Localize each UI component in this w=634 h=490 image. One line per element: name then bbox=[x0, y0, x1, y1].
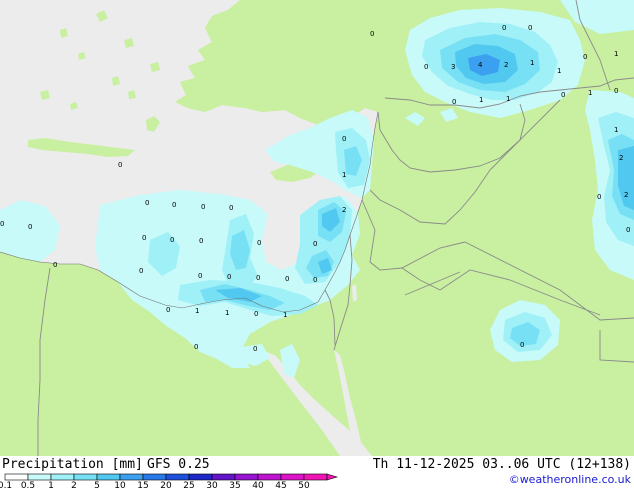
legend-swatch bbox=[73, 473, 98, 481]
legend-tick-label: 45 bbox=[275, 481, 286, 490]
value-label: 0 bbox=[194, 343, 198, 351]
value-label: 0 bbox=[253, 345, 257, 353]
valid-time: Th 11-12-2025 03..06 UTC (12+138) bbox=[372, 457, 631, 472]
legend-arrow bbox=[326, 473, 339, 481]
legend-tick-label: 40 bbox=[252, 481, 264, 490]
legend-swatch bbox=[27, 473, 52, 481]
value-label: 0 bbox=[118, 161, 122, 169]
value-label: 1 bbox=[225, 309, 229, 317]
legend-tick-label: 20 bbox=[160, 481, 172, 490]
value-label: 0 bbox=[229, 204, 233, 212]
value-label: 0 bbox=[199, 237, 203, 245]
value-label: 0 bbox=[597, 193, 601, 201]
product-title: Precipitation [mm] bbox=[2, 457, 143, 472]
legend-tick-label: 0.1 bbox=[0, 481, 12, 490]
legend-swatch bbox=[96, 473, 121, 481]
value-label: 0 bbox=[172, 201, 176, 209]
value-label: 0 bbox=[313, 276, 317, 284]
legend-tick-label: 35 bbox=[229, 481, 240, 490]
legend-tick-label: 2 bbox=[71, 481, 77, 490]
value-label: 0 bbox=[254, 310, 258, 318]
value-label: 2 bbox=[624, 191, 628, 199]
value-label: 0 bbox=[145, 199, 149, 207]
legend-tick-label: 10 bbox=[114, 481, 126, 490]
value-label: 0 bbox=[198, 272, 202, 280]
value-label: 0 bbox=[285, 275, 289, 283]
value-label: 0 bbox=[201, 203, 205, 211]
value-label: 1 bbox=[530, 59, 534, 67]
legend-swatch bbox=[280, 473, 305, 481]
color-legend: 0.1 0.5 1 2 5 10 15 20 25 30 35 40 45 50 bbox=[0, 473, 339, 490]
legend-swatch bbox=[211, 473, 236, 481]
legend-tick-label: 5 bbox=[94, 481, 100, 490]
legend-tick-label: 1 bbox=[48, 481, 54, 490]
precipitation-map: 0 0 0 0 3 4 2 1 0 1 1 0 1 1 1 0 0 1 0 2 … bbox=[0, 0, 634, 456]
value-label: 2 bbox=[619, 154, 623, 162]
legend-tick-label: 15 bbox=[137, 481, 148, 490]
value-label: 4 bbox=[478, 61, 483, 69]
legend-swatch bbox=[4, 473, 29, 481]
value-label: 3 bbox=[451, 63, 455, 71]
legend-swatch bbox=[234, 473, 259, 481]
value-label: 1 bbox=[195, 307, 199, 315]
value-label: 1 bbox=[283, 311, 287, 319]
value-label: 0 bbox=[0, 220, 4, 228]
value-label: 0 bbox=[170, 236, 174, 244]
value-label: 0 bbox=[424, 63, 428, 71]
value-label: 0 bbox=[520, 341, 524, 349]
legend-swatch bbox=[119, 473, 144, 481]
value-label: 0 bbox=[28, 223, 32, 231]
legend-tick-label: 25 bbox=[183, 481, 194, 490]
value-label: 1 bbox=[614, 126, 618, 134]
value-label: 0 bbox=[257, 239, 261, 247]
value-label: 0 bbox=[528, 24, 532, 32]
value-label: 0 bbox=[626, 226, 630, 234]
value-label: 0 bbox=[370, 30, 374, 38]
value-label: 0 bbox=[139, 267, 143, 275]
value-label: 1 bbox=[342, 171, 346, 179]
value-label: 2 bbox=[342, 206, 346, 214]
model-name: GFS 0.25 bbox=[147, 457, 210, 472]
legend-swatch bbox=[50, 473, 75, 481]
value-label: 1 bbox=[479, 96, 483, 104]
legend-tick-label: 50 bbox=[298, 481, 310, 490]
legend-swatch bbox=[257, 473, 282, 481]
value-label: 0 bbox=[502, 24, 506, 32]
value-label: 0 bbox=[452, 98, 456, 106]
value-label: 0 bbox=[342, 135, 346, 143]
legend-tick-label: 30 bbox=[206, 481, 218, 490]
footer: Precipitation [mm] GFS 0.25 Th 11-12-202… bbox=[0, 456, 634, 490]
value-label: 2 bbox=[504, 61, 508, 69]
map-svg: 0 0 0 0 3 4 2 1 0 1 1 0 1 1 1 0 0 1 0 2 … bbox=[0, 0, 634, 456]
value-label: 0 bbox=[53, 261, 57, 269]
value-label: 0 bbox=[614, 87, 618, 95]
value-label: 0 bbox=[583, 53, 587, 61]
copyright-link[interactable]: ©weatheronline.co.uk bbox=[509, 473, 631, 486]
value-label: 0 bbox=[313, 240, 317, 248]
value-label: 0 bbox=[227, 273, 231, 281]
value-label: 1 bbox=[588, 89, 592, 97]
legend-swatch bbox=[188, 473, 213, 481]
legend-swatch bbox=[165, 473, 190, 481]
value-label: 1 bbox=[506, 95, 510, 103]
value-label: 0 bbox=[561, 91, 565, 99]
value-label: 0 bbox=[256, 274, 260, 282]
legend-swatch bbox=[303, 473, 328, 481]
value-label: 0 bbox=[166, 306, 170, 314]
value-label: 1 bbox=[557, 67, 561, 75]
legend-tick-label: 0.5 bbox=[21, 481, 35, 490]
value-label: 1 bbox=[614, 50, 618, 58]
legend-swatch bbox=[142, 473, 167, 481]
value-label: 0 bbox=[142, 234, 146, 242]
